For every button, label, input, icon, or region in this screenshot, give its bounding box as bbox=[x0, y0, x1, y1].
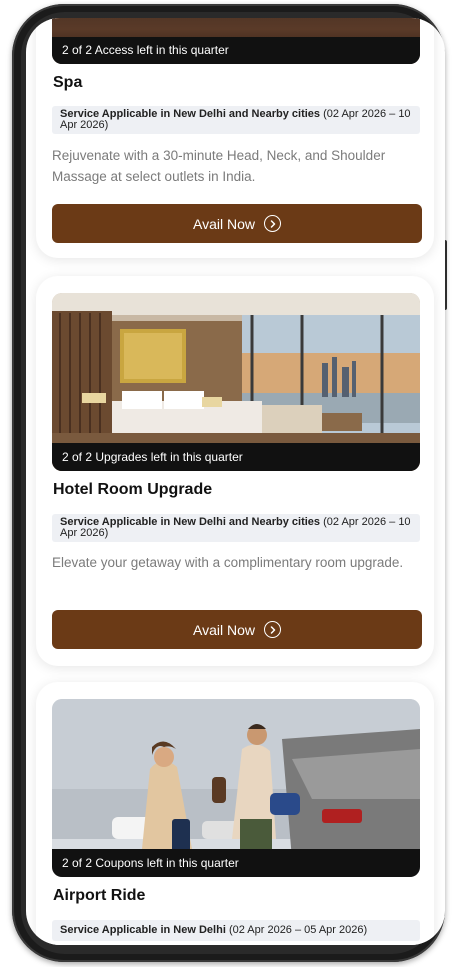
avail-now-label: Avail Now bbox=[193, 621, 255, 638]
card-title: Hotel Room Upgrade bbox=[53, 481, 213, 498]
card-title: Airport Ride bbox=[53, 887, 146, 904]
card-description: Elevate your getaway with a complimentar… bbox=[52, 555, 404, 570]
avail-now-label: Avail Now bbox=[193, 215, 255, 232]
benefit-card-airport-ride: 2 of 2 Coupons left in this quarter Airp… bbox=[36, 682, 434, 945]
avail-now-button[interactable]: Avail Now bbox=[52, 204, 422, 243]
hotel-room-image: 2 of 2 Upgrades left in this quarter bbox=[52, 293, 420, 471]
service-applicability: Service Applicable in New Delhi and Near… bbox=[52, 514, 420, 542]
spa-image: 2 of 2 Access left in this quarter bbox=[52, 18, 420, 64]
chevron-right-circle-icon bbox=[264, 215, 281, 232]
card-description: Rejuvenate with a 30-minute Head, Neck, … bbox=[52, 148, 386, 184]
screen: 2 of 2 Access left in this quarter Spa S… bbox=[26, 18, 445, 945]
quota-badge: 2 of 2 Access left in this quarter bbox=[52, 37, 420, 64]
service-applicability: Service Applicable in New Delhi (02 Apr … bbox=[52, 920, 420, 941]
service-label: Service Applicable in New Delhi bbox=[60, 924, 226, 936]
service-applicability: Service Applicable in New Delhi and Near… bbox=[52, 106, 420, 134]
benefit-card-hotel-upgrade: 2 of 2 Upgrades left in this quarter Hot… bbox=[36, 276, 434, 666]
avail-now-button[interactable]: Avail Now bbox=[52, 610, 422, 649]
service-dates: (02 Apr 2026 – 05 Apr 2026) bbox=[228, 924, 368, 936]
airport-ride-image: 2 of 2 Coupons left in this quarter bbox=[52, 699, 420, 877]
quota-badge: 2 of 2 Coupons left in this quarter bbox=[52, 849, 420, 877]
chevron-right-circle-icon bbox=[264, 621, 281, 638]
card-title: Spa bbox=[53, 74, 83, 91]
quota-badge: 2 of 2 Upgrades left in this quarter bbox=[52, 443, 420, 471]
benefit-card-spa: 2 of 2 Access left in this quarter Spa S… bbox=[36, 18, 434, 258]
